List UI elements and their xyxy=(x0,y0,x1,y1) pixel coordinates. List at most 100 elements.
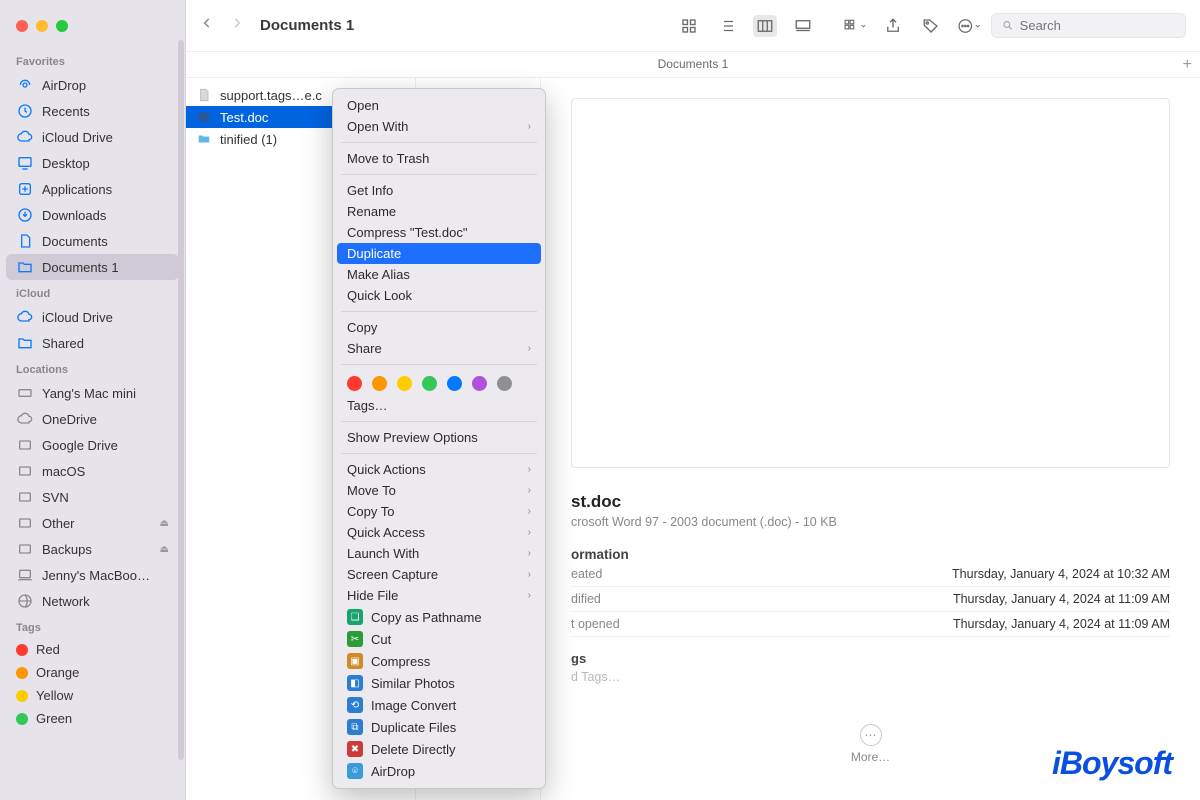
view-list-button[interactable] xyxy=(715,15,739,37)
ctx-copy-to[interactable]: Copy To› xyxy=(333,501,545,522)
sidebar-item-onedrive[interactable]: OneDrive xyxy=(6,406,179,432)
sidebar-tag-orange[interactable]: Orange xyxy=(6,661,179,684)
ctx-move-to-trash[interactable]: Move to Trash xyxy=(333,148,545,169)
file-name: Test.doc xyxy=(220,110,268,125)
sidebar-label: Documents 1 xyxy=(42,260,119,275)
tag-color-yellow[interactable] xyxy=(397,376,412,391)
downloads-icon xyxy=(16,206,34,224)
ctx-launch-with[interactable]: Launch With› xyxy=(333,543,545,564)
ctx-make-alias[interactable]: Make Alias xyxy=(333,264,545,285)
window-title: Documents 1 xyxy=(260,17,354,34)
sidebar-item-documents-1[interactable]: Documents 1 xyxy=(6,254,179,280)
back-button[interactable] xyxy=(200,16,214,35)
view-gallery-button[interactable] xyxy=(791,15,815,37)
sidebar-item-shared[interactable]: Shared xyxy=(6,330,179,356)
ctx-show-preview-options[interactable]: Show Preview Options xyxy=(333,427,545,448)
tag-color-orange[interactable] xyxy=(372,376,387,391)
tag-orange-icon xyxy=(16,667,28,679)
tag-color-red[interactable] xyxy=(347,376,362,391)
share-button[interactable] xyxy=(881,15,905,37)
ctx-quick-look[interactable]: Quick Look xyxy=(333,285,545,306)
ctx-quick-actions[interactable]: Quick Actions› xyxy=(333,459,545,480)
traffic-lights xyxy=(0,16,185,48)
sidebar-tag-yellow[interactable]: Yellow xyxy=(6,684,179,707)
ctx-move-to[interactable]: Move To› xyxy=(333,480,545,501)
sidebar-item-downloads[interactable]: Downloads xyxy=(6,202,179,228)
sidebar-item-applications[interactable]: Applications xyxy=(6,176,179,202)
sidebar-item-mac-mini[interactable]: Yang's Mac mini xyxy=(6,380,179,406)
sidebar-item-googledrive[interactable]: Google Drive xyxy=(6,432,179,458)
sidebar-item-svn[interactable]: SVN xyxy=(6,484,179,510)
app-icon: ✂ xyxy=(347,631,363,647)
more-button[interactable] xyxy=(957,15,981,37)
search-input[interactable] xyxy=(1020,18,1175,33)
sidebar-label: SVN xyxy=(42,490,69,505)
close-window-button[interactable] xyxy=(16,20,28,32)
ctx-cut[interactable]: ✂Cut xyxy=(333,628,545,650)
sidebar-item-airdrop[interactable]: AirDrop xyxy=(6,72,179,98)
ctx-share[interactable]: Share› xyxy=(333,338,545,359)
sidebar-scrollbar[interactable] xyxy=(178,40,184,760)
path-label[interactable]: Documents 1 xyxy=(658,57,729,71)
chevron-right-icon: › xyxy=(528,343,531,354)
sidebar-item-documents[interactable]: Documents xyxy=(6,228,179,254)
ctx-rename[interactable]: Rename xyxy=(333,201,545,222)
app-icon: ⌾ xyxy=(347,763,363,779)
ctx-tags[interactable]: Tags… xyxy=(333,395,545,416)
sidebar-item-other[interactable]: Other⏏ xyxy=(6,510,179,536)
eject-icon[interactable]: ⏏ xyxy=(160,544,169,555)
sidebar-item-recents[interactable]: Recents xyxy=(6,98,179,124)
sidebar-item-icloud-drive-2[interactable]: iCloud Drive xyxy=(6,304,179,330)
chevron-right-icon: › xyxy=(528,506,531,517)
eject-icon[interactable]: ⏏ xyxy=(160,518,169,529)
ctx-compress[interactable]: Compress "Test.doc" xyxy=(333,222,545,243)
sidebar-item-desktop[interactable]: Desktop xyxy=(6,150,179,176)
sidebar-label: Green xyxy=(36,711,72,726)
ctx-airdrop[interactable]: ⌾AirDrop xyxy=(333,760,545,782)
sidebar-section-icloud: iCloud xyxy=(0,280,185,304)
minimize-window-button[interactable] xyxy=(36,20,48,32)
ctx-compress-2[interactable]: ▣Compress xyxy=(333,650,545,672)
sidebar-item-macos[interactable]: macOS xyxy=(6,458,179,484)
documents-icon xyxy=(16,232,34,250)
ctx-screen-capture[interactable]: Screen Capture› xyxy=(333,564,545,585)
tag-color-green[interactable] xyxy=(422,376,437,391)
tag-color-gray[interactable] xyxy=(497,376,512,391)
sidebar-item-icloud-drive[interactable]: iCloud Drive xyxy=(6,124,179,150)
tags-button[interactable] xyxy=(919,15,943,37)
sidebar-label: Applications xyxy=(42,182,112,197)
add-tab-button[interactable]: + xyxy=(1183,56,1192,74)
sidebar-item-network[interactable]: Network xyxy=(6,588,179,614)
ctx-duplicate[interactable]: Duplicate xyxy=(337,243,541,264)
ctx-copy[interactable]: Copy xyxy=(333,317,545,338)
forward-button[interactable] xyxy=(230,16,244,35)
sidebar-label: Documents xyxy=(42,234,108,249)
ctx-similar-photos[interactable]: ◧Similar Photos xyxy=(333,672,545,694)
sidebar-tag-green[interactable]: Green xyxy=(6,707,179,730)
ctx-delete-directly[interactable]: ✖Delete Directly xyxy=(333,738,545,760)
preview-tags-placeholder[interactable]: d Tags… xyxy=(571,670,1170,684)
ctx-open[interactable]: Open xyxy=(333,95,545,116)
maximize-window-button[interactable] xyxy=(56,20,68,32)
view-columns-button[interactable] xyxy=(753,15,777,37)
ctx-hide-file[interactable]: Hide File› xyxy=(333,585,545,606)
sidebar-label: Downloads xyxy=(42,208,106,223)
search-field[interactable] xyxy=(991,13,1186,38)
sidebar-section-favorites: Favorites xyxy=(0,48,185,72)
ctx-quick-access[interactable]: Quick Access› xyxy=(333,522,545,543)
app-icon: ◧ xyxy=(347,675,363,691)
sidebar-item-backups[interactable]: Backups⏏ xyxy=(6,536,179,562)
ctx-duplicate-files[interactable]: ⧉Duplicate Files xyxy=(333,716,545,738)
sidebar-item-jennys-macbook[interactable]: Jenny's MacBoo… xyxy=(6,562,179,588)
view-icons-button[interactable] xyxy=(677,15,701,37)
ctx-open-with[interactable]: Open With› xyxy=(333,116,545,137)
group-button[interactable] xyxy=(843,15,867,37)
toolbar: Documents 1 xyxy=(186,0,1200,52)
ctx-tag-colors xyxy=(333,370,545,395)
ctx-get-info[interactable]: Get Info xyxy=(333,180,545,201)
tag-color-blue[interactable] xyxy=(447,376,462,391)
ctx-copy-pathname[interactable]: ❏Copy as Pathname xyxy=(333,606,545,628)
sidebar-tag-red[interactable]: Red xyxy=(6,638,179,661)
ctx-image-convert[interactable]: ⟲Image Convert xyxy=(333,694,545,716)
tag-color-purple[interactable] xyxy=(472,376,487,391)
